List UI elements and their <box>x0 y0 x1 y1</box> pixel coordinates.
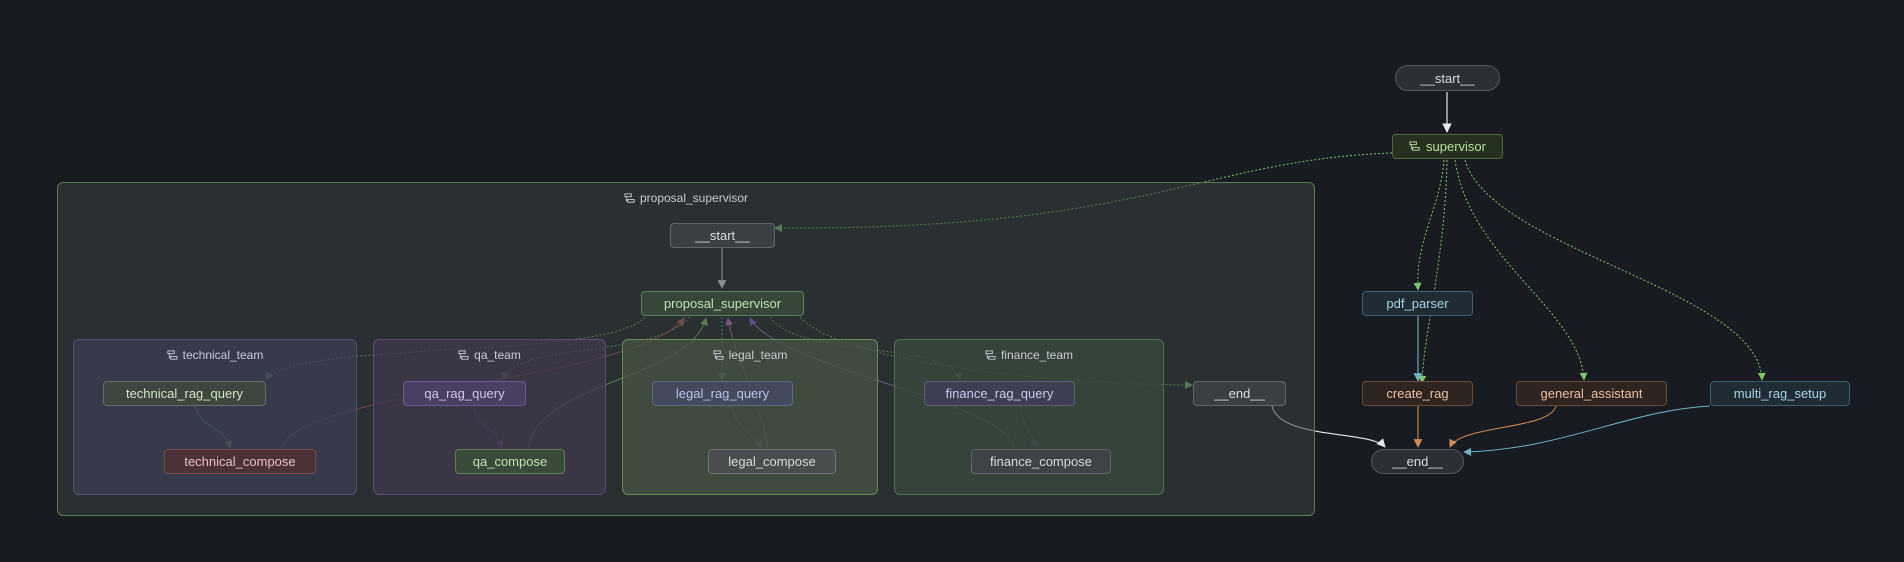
edge-supervisor-pdf-parser <box>1413 159 1445 291</box>
node-label: general_assistant <box>1540 386 1643 401</box>
node-label: pdf_parser <box>1386 296 1449 311</box>
node-finance-compose[interactable]: finance_compose <box>971 449 1111 474</box>
node-pdf-parser[interactable]: pdf_parser <box>1362 291 1473 316</box>
node-outer-end[interactable]: __end__ <box>1371 449 1464 474</box>
node-label: finance_rag_query <box>945 386 1054 401</box>
group-label: proposal_supervisor <box>639 191 749 205</box>
node-technical-rag-query[interactable]: technical_rag_query <box>103 381 266 406</box>
group-label: qa_team <box>474 348 521 362</box>
node-technical-compose[interactable]: technical_compose <box>164 449 316 474</box>
node-label: technical_compose <box>184 454 296 469</box>
group-title-finance-team: finance_team <box>895 348 1163 362</box>
node-label: technical_rag_query <box>125 386 244 401</box>
node-outer-start[interactable]: __start__ <box>1395 65 1500 91</box>
node-label: create_rag <box>1386 386 1449 401</box>
group-title-proposal-supervisor: proposal_supervisor <box>58 191 1314 205</box>
node-label: __start__ <box>1420 70 1475 86</box>
node-supervisor[interactable]: supervisor <box>1392 134 1503 159</box>
node-multi-rag-setup[interactable]: multi_rag_setup <box>1710 381 1850 406</box>
edge-supervisor-create-rag <box>1418 159 1448 384</box>
edge-multi-rag-setup-end <box>1463 405 1711 456</box>
group-title-qa-team: qa_team <box>374 348 605 362</box>
subgraph-icon <box>985 349 996 360</box>
node-label: __start__ <box>695 228 750 243</box>
node-legal-compose[interactable]: legal_compose <box>708 449 836 474</box>
edge-supervisor-multi-rag-setup <box>1464 159 1766 381</box>
node-qa-compose[interactable]: qa_compose <box>455 449 565 474</box>
node-legal-rag-query[interactable]: legal_rag_query <box>652 381 793 406</box>
node-general-assistant[interactable]: general_assistant <box>1516 381 1667 406</box>
node-label: supervisor <box>1426 139 1486 154</box>
node-label: qa_compose <box>472 454 548 469</box>
node-finance-rag-query[interactable]: finance_rag_query <box>924 381 1075 406</box>
subgraph-icon <box>1409 141 1420 151</box>
node-qa-rag-query[interactable]: qa_rag_query <box>403 381 526 406</box>
node-label: __end__ <box>1214 386 1265 401</box>
node-label: multi_rag_setup <box>1733 386 1827 401</box>
node-label: qa_rag_query <box>424 386 505 401</box>
group-label: legal_team <box>728 348 788 362</box>
group-title-legal-team: legal_team <box>623 348 877 362</box>
edge-general-assistant-end <box>1449 405 1557 448</box>
node-inner-end[interactable]: __end__ <box>1193 381 1286 406</box>
subgraph-icon <box>624 192 635 203</box>
node-label: __end__ <box>1392 454 1443 469</box>
edge-supervisor-general-assistant <box>1454 159 1588 381</box>
node-label: legal_compose <box>728 454 816 469</box>
node-proposal-supervisor[interactable]: proposal_supervisor <box>641 291 804 316</box>
node-label: legal_rag_query <box>675 386 770 401</box>
graph-canvas: proposal_supervisor technical_team qa_te… <box>0 0 1904 562</box>
node-create-rag[interactable]: create_rag <box>1362 381 1473 406</box>
node-label: finance_compose <box>990 454 1092 469</box>
subgraph-icon <box>458 349 469 360</box>
subgraph-icon <box>167 349 178 360</box>
node-inner-start[interactable]: __start__ <box>670 223 775 248</box>
group-title-technical-team: technical_team <box>74 348 356 362</box>
group-label: technical_team <box>182 348 264 362</box>
node-label: proposal_supervisor <box>663 296 782 311</box>
subgraph-icon <box>713 349 724 360</box>
group-label: finance_team <box>1000 348 1074 362</box>
